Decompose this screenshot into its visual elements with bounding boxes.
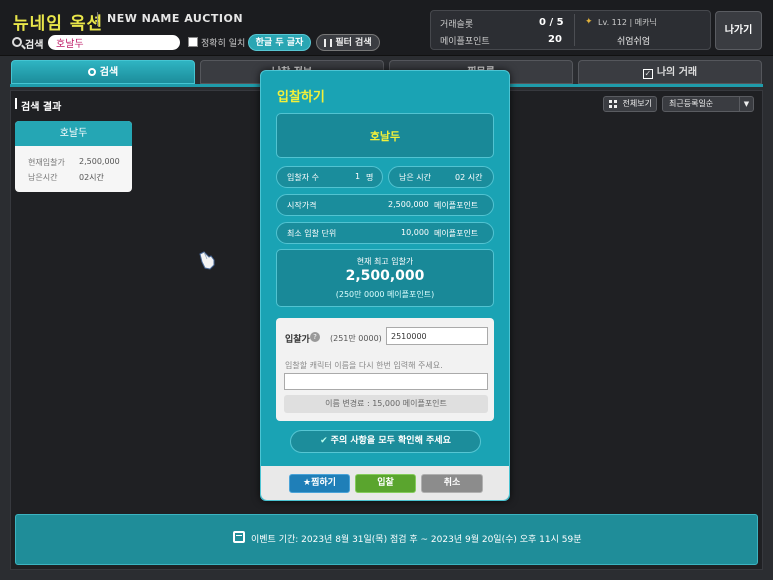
search-icon (87, 68, 96, 76)
exit-button[interactable]: 나가기 (715, 11, 762, 50)
confirm-notice-label: 주의 사항을 모두 확인해 주세요 (330, 436, 451, 446)
calendar-icon (233, 531, 245, 543)
checkbox-icon: ✓ (642, 69, 653, 79)
results-title-bar (15, 98, 17, 109)
name-change-fee: 이름 변경료 : 15,000 메이플포인트 (284, 395, 488, 413)
start-price-label: 시작가격 (287, 201, 317, 210)
help-icon[interactable]: ? (310, 332, 320, 342)
filter-icon (324, 38, 333, 47)
min-increment-value: 10,000 (401, 228, 429, 237)
highest-bid-value: 2,500,000 (345, 268, 425, 284)
dialog-time-value: 02 시간 (455, 173, 483, 182)
filter-search-button[interactable]: 필터 검색 (316, 34, 380, 51)
tab-search-label: 검색 (99, 67, 119, 78)
highest-bid-sub: (250만 0000 메이플포인트) (335, 290, 435, 299)
bidders-unit: 명 (366, 173, 374, 182)
bidders-label: 입찰자 수 (287, 173, 319, 182)
tab-my-trades[interactable]: ✓ 나의 거래 (578, 60, 762, 84)
reenter-name-instruction: 입찰할 캐릭터 이름을 다시 한번 입력해 주세요. (285, 361, 443, 370)
korean-two-chars-button[interactable]: 한글 두 글자 (248, 34, 311, 51)
tab-search[interactable]: 검색 (11, 60, 195, 84)
bid-price-label: 입찰가 (285, 335, 310, 345)
search-label: 검색 (25, 40, 44, 51)
cancel-button[interactable]: 취소 (421, 474, 483, 493)
time-left-label: 남은시간 (28, 173, 58, 182)
min-increment-unit: 메이플포인트 (434, 229, 479, 238)
event-period-text: 이벤트 기간: 2023년 8월 31일(목) 점검 후 ~ 2023년 9월 … (251, 535, 582, 545)
sort-select[interactable]: 최근등록일순 ▼ (662, 96, 754, 112)
dialog-item-name: 호날두 (369, 130, 401, 143)
maple-points-label: 메이플포인트 (440, 37, 490, 47)
search-input[interactable] (48, 35, 180, 50)
results-title: 검색 결과 (21, 102, 62, 113)
chevron-down-icon: ▼ (739, 97, 753, 111)
hand-cursor-icon (199, 251, 215, 270)
time-left-value: 02시간 (79, 173, 104, 182)
search-icon (12, 37, 22, 47)
exact-match-checkbox[interactable] (188, 37, 198, 47)
tab-my-trades-label: 나의 거래 (656, 67, 698, 78)
bid-price-input[interactable] (386, 327, 488, 345)
character-name-input[interactable] (284, 373, 488, 390)
character-name: 쉬엄쉬엄 (617, 37, 651, 47)
start-price-value: 2,500,000 (388, 200, 429, 209)
trade-slots-value: 0 / 5 (539, 17, 564, 28)
filter-search-label: 필터 검색 (335, 38, 372, 48)
logo-divider (97, 12, 98, 26)
check-icon: ✔ (320, 436, 328, 446)
info-divider (574, 14, 575, 46)
app-subtitle: NEW NAME AUCTION (107, 12, 244, 25)
bidders-value: 1 (355, 172, 361, 181)
bid-price-hint: (251만 0000) (330, 334, 382, 343)
highest-bid-label: 현재 최고 입찰가 (356, 257, 414, 266)
result-card[interactable]: 호날두 현재입찰가 2,500,000 남은시간 02시간 (15, 121, 132, 192)
current-bid-value: 2,500,000 (79, 157, 120, 166)
exact-match-label: 정확히 일치 (201, 39, 246, 49)
bid-button[interactable]: 입찰 (355, 474, 416, 493)
star-icon: ★ (303, 478, 312, 488)
maple-points-value: 20 (548, 34, 562, 45)
start-price-unit: 메이플포인트 (434, 201, 479, 210)
result-card-name: 호날두 (15, 121, 132, 146)
trade-slots-label: 거래슬롯 (440, 20, 474, 30)
favorite-label: 찜하기 (311, 478, 336, 488)
level-badge-icon: ✦ (585, 17, 593, 27)
dialog-title: 입찰하기 (277, 90, 325, 105)
app-logo: 뉴네임 옥션 (13, 14, 104, 34)
min-increment-label: 최소 입찰 단위 (287, 229, 337, 238)
character-level: Lv. 112 | 메카닉 (598, 18, 657, 27)
favorite-button[interactable]: ★찜하기 (289, 474, 350, 493)
current-bid-label: 현재입찰가 (28, 158, 65, 167)
dialog-time-label: 남은 시간 (399, 173, 431, 182)
confirm-notice-button[interactable]: ✔ 주의 사항을 모두 확인해 주세요 (290, 430, 481, 453)
grid-icon (609, 100, 617, 108)
sort-value: 최근등록일순 (669, 99, 714, 108)
view-all-button[interactable]: 전체보기 (603, 96, 657, 112)
view-all-label: 전체보기 (622, 99, 652, 108)
